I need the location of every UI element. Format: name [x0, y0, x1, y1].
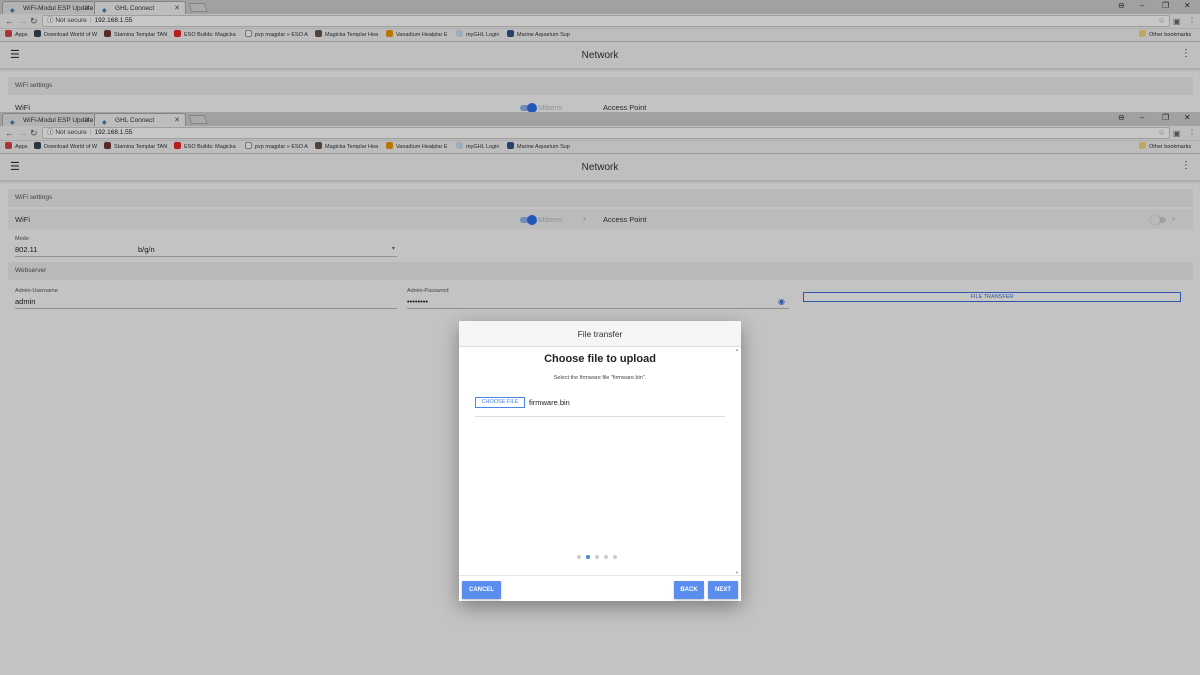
dialog-subtitle: Select the firmware file "firmware.bin". [553, 375, 647, 381]
step-dot [586, 555, 590, 559]
back-button[interactable]: BACK [674, 581, 704, 599]
dialog-footer: CANCEL BACK NEXT [459, 575, 741, 601]
step-dot [595, 555, 599, 559]
dialog-scrollbar[interactable]: ▲ ▼ [735, 347, 739, 575]
dialog-header: File transfer [459, 321, 741, 347]
file-transfer-dialog: File transfer Choose file to upload Sele… [459, 321, 741, 601]
divider [475, 416, 725, 417]
dialog-title: Choose file to upload [544, 353, 656, 365]
step-dot [604, 555, 608, 559]
choose-file-button[interactable]: CHOOSE FILE [475, 397, 525, 408]
next-button[interactable]: NEXT [708, 581, 738, 599]
stepper-dots [577, 555, 623, 561]
dialog-body: Choose file to upload Select the firmwar… [459, 347, 741, 575]
selected-file-name: firmware.bin [529, 398, 570, 407]
scroll-up-icon[interactable]: ▲ [735, 347, 739, 352]
step-dot [613, 555, 617, 559]
step-dot [577, 555, 581, 559]
cancel-button[interactable]: CANCEL [462, 581, 501, 599]
